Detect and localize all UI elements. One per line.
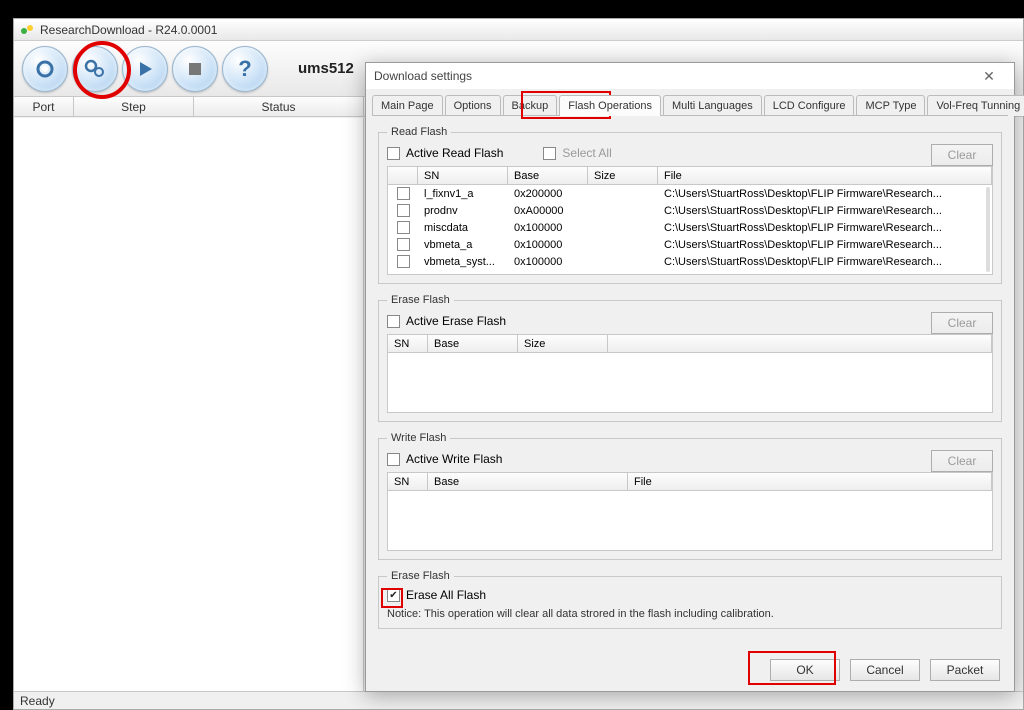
dialog-title: Download settings bbox=[374, 69, 472, 83]
cell-file: C:\Users\StuartRoss\Desktop\FLIP Firmwar… bbox=[658, 205, 992, 217]
legend-erase-all: Erase Flash bbox=[387, 570, 454, 582]
row-checkbox[interactable] bbox=[397, 204, 410, 217]
cell-base: 0xA00000 bbox=[508, 205, 588, 217]
packet-button[interactable]: Packet bbox=[930, 659, 1000, 681]
tab-mcp-type[interactable]: MCP Type bbox=[856, 95, 925, 116]
eraseflash-clear-button: Clear bbox=[931, 312, 993, 334]
table-row[interactable]: vbmeta_syst...0x100000 C:\Users\StuartRos… bbox=[388, 253, 992, 270]
checkbox-erase-all-flash[interactable]: Erase All Flash bbox=[387, 588, 993, 602]
cancel-button[interactable]: Cancel bbox=[850, 659, 920, 681]
col-sn[interactable]: SN bbox=[418, 167, 508, 184]
stop-button[interactable] bbox=[172, 46, 218, 92]
legend-erase-flash: Erase Flash bbox=[387, 294, 454, 306]
row-checkbox[interactable] bbox=[397, 238, 410, 251]
cell-base: 0x100000 bbox=[508, 222, 588, 234]
dialog-titlebar: Download settings ✕ bbox=[366, 63, 1014, 89]
settings1-button[interactable] bbox=[22, 46, 68, 92]
col-file[interactable]: File bbox=[628, 473, 992, 490]
scrollbar[interactable] bbox=[986, 187, 990, 272]
cell-file: C:\Users\StuartRoss\Desktop\FLIP Firmwar… bbox=[658, 188, 992, 200]
group-erase-flash: Erase Flash Active Erase Flash Clear SN … bbox=[378, 294, 1002, 422]
row-checkbox[interactable] bbox=[397, 255, 410, 268]
col-sn[interactable]: SN bbox=[388, 473, 428, 490]
tab-multi-languages[interactable]: Multi Languages bbox=[663, 95, 762, 116]
checkbox-active-write-flash[interactable]: Active Write Flash bbox=[387, 452, 502, 466]
start-button[interactable] bbox=[122, 46, 168, 92]
status-text: Ready bbox=[20, 694, 55, 708]
cell-sn: l_fixnv1_a bbox=[418, 188, 508, 200]
main-list-body bbox=[14, 118, 364, 691]
readflash-clear-button: Clear bbox=[931, 144, 993, 166]
cell-file: C:\Users\StuartRoss\Desktop\FLIP Firmwar… bbox=[658, 222, 992, 234]
readflash-list[interactable]: l_fixnv1_a0x200000 C:\Users\StuartRoss\De… bbox=[387, 185, 993, 275]
question-icon: ? bbox=[238, 56, 251, 82]
eraseflash-list[interactable] bbox=[387, 353, 993, 413]
table-row[interactable]: vbmeta_a0x100000 C:\Users\StuartRoss\Desk… bbox=[388, 236, 992, 253]
stop-icon bbox=[186, 60, 204, 78]
tab-volfreq-tunning[interactable]: Vol-Freq Tunning bbox=[927, 95, 1024, 116]
checkbox-active-read-flash[interactable]: Active Read Flash bbox=[387, 146, 503, 160]
ok-button[interactable]: OK bbox=[770, 659, 840, 681]
writeflash-list[interactable] bbox=[387, 491, 993, 551]
help-button[interactable]: ? bbox=[222, 46, 268, 92]
col-step[interactable]: Step bbox=[74, 97, 194, 116]
table-row[interactable]: l_fixnv1_a0x200000 C:\Users\StuartRoss\De… bbox=[388, 185, 992, 202]
col-base[interactable]: Base bbox=[428, 335, 518, 352]
dialog-buttons: OK Cancel Packet bbox=[366, 651, 1014, 691]
cell-sn: miscdata bbox=[418, 222, 508, 234]
group-erase-all-flash: Erase Flash Erase All Flash Notice: This… bbox=[378, 570, 1002, 629]
col-port[interactable]: Port bbox=[14, 97, 74, 116]
dialog-tabs: Main Page Options Backup Flash Operation… bbox=[366, 89, 1014, 116]
download-settings-dialog: Download settings ✕ Main Page Options Ba… bbox=[365, 62, 1015, 692]
cell-sn: vbmeta_a bbox=[418, 239, 508, 251]
cell-file: C:\Users\StuartRoss\Desktop\FLIP Firmwar… bbox=[658, 256, 992, 268]
col-sn[interactable]: SN bbox=[388, 335, 428, 352]
writeflash-clear-button: Clear bbox=[931, 450, 993, 472]
eraseflash-header: SN Base Size bbox=[387, 334, 993, 353]
table-row[interactable]: prodnv0xA00000 C:\Users\StuartRoss\Deskto… bbox=[388, 202, 992, 219]
cell-sn: prodnv bbox=[418, 205, 508, 217]
readflash-header: SN Base Size File bbox=[387, 166, 993, 185]
tab-backup[interactable]: Backup bbox=[503, 95, 558, 116]
close-icon: ✕ bbox=[983, 68, 995, 85]
erase-all-notice: Notice: This operation will clear all da… bbox=[387, 608, 993, 620]
col-size[interactable]: Size bbox=[518, 335, 608, 352]
gear-icon bbox=[34, 58, 56, 80]
dialog-close-button[interactable]: ✕ bbox=[972, 67, 1006, 85]
checkbox-select-all: Select All bbox=[543, 146, 611, 160]
col-status[interactable]: Status bbox=[194, 97, 364, 116]
titlebar: ResearchDownload - R24.0.0001 bbox=[14, 19, 1023, 41]
cell-base: 0x200000 bbox=[508, 188, 588, 200]
tab-main-page[interactable]: Main Page bbox=[372, 95, 443, 116]
legend-read-flash: Read Flash bbox=[387, 126, 451, 138]
table-row[interactable]: miscdata0x100000 C:\Users\StuartRoss\Desk… bbox=[388, 219, 992, 236]
group-read-flash: Read Flash Active Read Flash Select All … bbox=[378, 126, 1002, 284]
statusbar: Ready bbox=[14, 691, 1023, 709]
col-base[interactable]: Base bbox=[428, 473, 628, 490]
tab-lcd-configure[interactable]: LCD Configure bbox=[764, 95, 855, 116]
group-write-flash: Write Flash Active Write Flash Clear SN … bbox=[378, 432, 1002, 560]
tab-flash-operations[interactable]: Flash Operations bbox=[559, 95, 661, 116]
legend-write-flash: Write Flash bbox=[387, 432, 450, 444]
tab-options[interactable]: Options bbox=[445, 95, 501, 116]
row-checkbox[interactable] bbox=[397, 187, 410, 200]
writeflash-header: SN Base File bbox=[387, 472, 993, 491]
checkbox-active-erase-flash[interactable]: Active Erase Flash bbox=[387, 314, 506, 328]
col-check[interactable] bbox=[388, 167, 418, 184]
col-base[interactable]: Base bbox=[508, 167, 588, 184]
col-size[interactable]: Size bbox=[588, 167, 658, 184]
cell-base: 0x100000 bbox=[508, 256, 588, 268]
app-title: ResearchDownload - R24.0.0001 bbox=[40, 23, 217, 37]
gears-icon bbox=[83, 57, 107, 81]
dialog-body: Read Flash Active Read Flash Select All … bbox=[366, 116, 1014, 651]
settings2-button[interactable] bbox=[72, 46, 118, 92]
device-label: ums512 bbox=[298, 60, 354, 77]
cell-file: C:\Users\StuartRoss\Desktop\FLIP Firmwar… bbox=[658, 239, 992, 251]
row-checkbox[interactable] bbox=[397, 221, 410, 234]
cell-sn: vbmeta_syst... bbox=[418, 256, 508, 268]
col-file[interactable]: File bbox=[658, 167, 992, 184]
play-icon bbox=[135, 59, 155, 79]
app-icon bbox=[20, 23, 34, 37]
cell-base: 0x100000 bbox=[508, 239, 588, 251]
